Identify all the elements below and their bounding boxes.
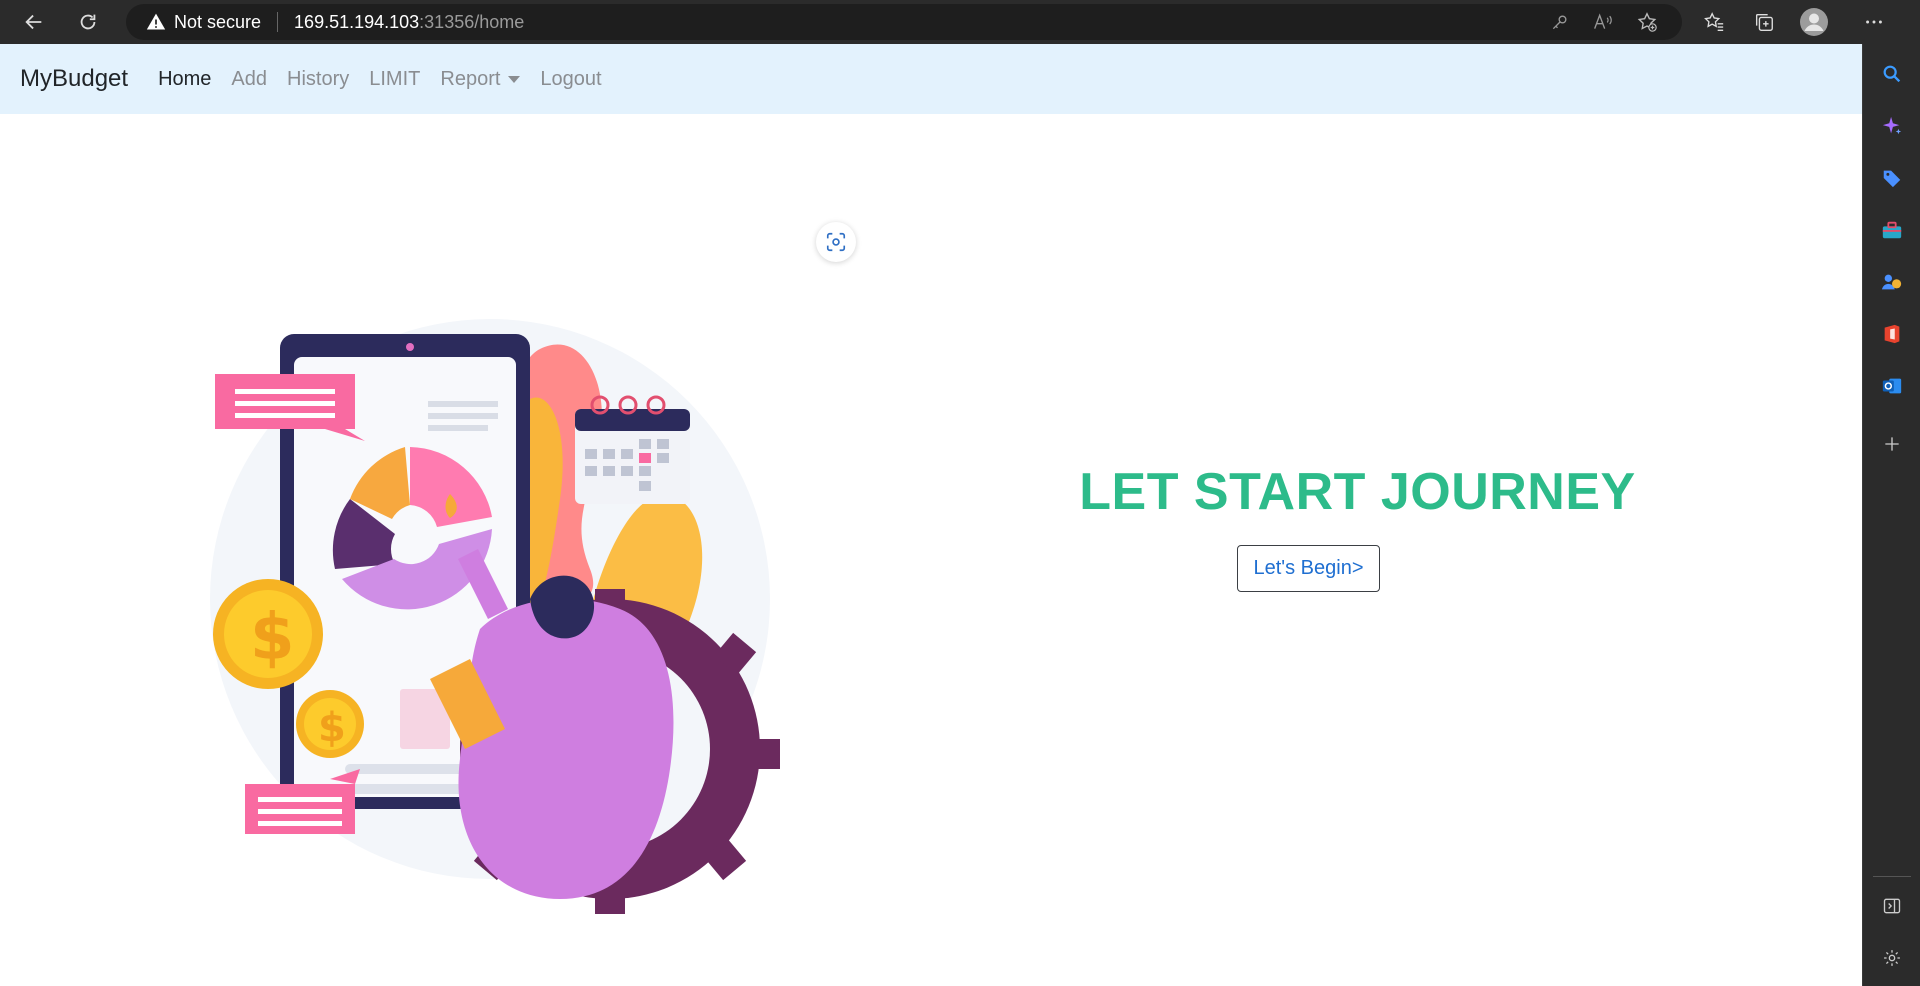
more-menu-button[interactable] <box>1856 4 1892 40</box>
favorites-button[interactable] <box>1696 4 1732 40</box>
nav-add-link[interactable]: Add <box>231 68 267 91</box>
browser-sidebar <box>1862 44 1920 986</box>
office-icon <box>1884 324 1900 344</box>
sidebar-hide-button[interactable] <box>1876 890 1908 922</box>
visual-search-icon <box>826 232 846 252</box>
collections-button[interactable] <box>1746 4 1782 40</box>
sidebar-search-button[interactable] <box>1876 58 1908 90</box>
warning-icon <box>146 13 166 30</box>
more-dots-icon <box>1866 20 1882 24</box>
collections-icon <box>1755 13 1773 31</box>
read-aloud-icon[interactable] <box>1592 12 1614 32</box>
sidebar-office-button[interactable] <box>1876 318 1908 350</box>
profile-button[interactable] <box>1796 4 1832 40</box>
visual-search-button[interactable] <box>816 222 856 262</box>
nav-limit-link[interactable]: LIMIT <box>369 68 420 91</box>
key-icon[interactable] <box>1550 12 1570 32</box>
nav-report-dropdown[interactable]: Report <box>440 67 521 91</box>
outlook-icon <box>1882 378 1902 394</box>
avatar-icon <box>1800 8 1828 36</box>
reload-icon <box>80 14 96 30</box>
nav-links: Home Add History LIMIT Report Logout <box>158 68 602 91</box>
sidebar-outlook-button[interactable] <box>1876 370 1908 402</box>
add-favorite-icon[interactable] <box>1636 11 1658 33</box>
sidebar-tools-button[interactable] <box>1876 214 1908 246</box>
budget-illustration-image: $ $ <box>210 319 780 914</box>
page-content: MyBudget Home Add History LIMIT Report L… <box>0 44 1862 986</box>
address-bar-actions <box>1550 4 1658 40</box>
sidebar-settings-button[interactable] <box>1876 942 1908 974</box>
nav-logout-link[interactable]: Logout <box>540 68 601 91</box>
collapse-panel-icon <box>1883 898 1901 914</box>
search-icon <box>1883 65 1901 83</box>
nav-home-link[interactable]: Home <box>158 68 211 91</box>
reload-button[interactable] <box>70 4 106 40</box>
sidebar-copilot-button[interactable] <box>1876 110 1908 142</box>
sidebar-shopping-button[interactable] <box>1876 162 1908 194</box>
back-button[interactable] <box>16 4 52 40</box>
gear-icon <box>1884 950 1900 966</box>
nav-history-link[interactable]: History <box>287 68 349 91</box>
security-label: Not secure <box>174 11 262 32</box>
browser-toolbar: Not secure 169.51.194.103:31356/home <box>0 0 1920 44</box>
security-indicator[interactable]: Not secure <box>146 12 261 33</box>
toolbar-actions <box>1696 4 1892 40</box>
sparkle-icon <box>1882 116 1902 135</box>
address-bar[interactable]: Not secure 169.51.194.103:31356/home <box>126 4 1682 40</box>
brand-logo-text[interactable]: MyBudget <box>20 65 128 93</box>
sidebar-add-button[interactable] <box>1876 428 1908 460</box>
dropdown-caret-icon <box>508 75 521 83</box>
url-text: 169.51.194.103:31356/home <box>294 11 525 32</box>
favorites-icon <box>1704 12 1724 31</box>
hero-title: LET START JOURNEY <box>1079 463 1636 521</box>
sidebar-games-button[interactable] <box>1876 266 1908 298</box>
address-separator <box>277 12 279 32</box>
svg-text:$: $ <box>318 705 346 751</box>
plus-icon <box>1885 437 1899 451</box>
people-icon <box>1881 274 1902 290</box>
top-navbar: MyBudget Home Add History LIMIT Report L… <box>0 44 1862 114</box>
tag-icon <box>1883 170 1901 188</box>
svg-text:$: $ <box>250 601 295 675</box>
lets-begin-button[interactable]: Let's Begin> <box>1237 545 1380 592</box>
back-arrow-icon <box>25 14 42 30</box>
sidebar-divider <box>1873 876 1911 877</box>
toolbox-icon <box>1882 221 1902 239</box>
nav-report-label: Report <box>440 67 501 90</box>
